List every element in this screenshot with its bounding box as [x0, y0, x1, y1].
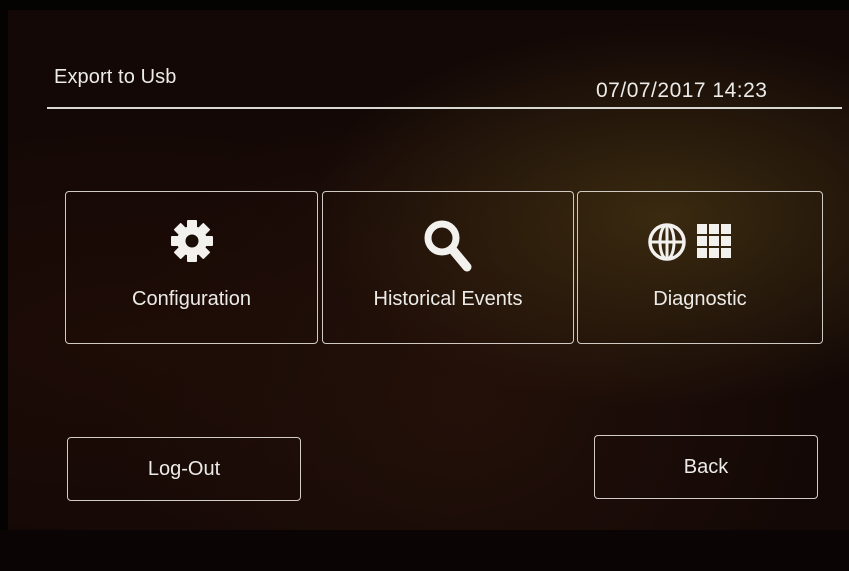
- configuration-tile-button[interactable]: Configuration: [65, 191, 318, 344]
- datetime-display: 07/07/2017 14:23: [596, 79, 768, 102]
- globe-grid-icon: [648, 223, 731, 261]
- magnifier-icon: [323, 218, 573, 274]
- bezel-top: [0, 0, 849, 10]
- bezel-bottom: [0, 530, 849, 571]
- historical-events-tile-button[interactable]: Historical Events: [322, 191, 574, 344]
- tile-label-configuration: Configuration: [132, 288, 251, 310]
- device-screen-frame: Export to Usb 07/07/2017 14:23 Configura…: [0, 0, 849, 571]
- diagnostic-icon-group: [578, 218, 822, 266]
- back-button[interactable]: Back: [594, 435, 818, 499]
- tile-label-historical-events: Historical Events: [373, 288, 523, 310]
- gear-icon: [66, 218, 317, 264]
- page-title: Export to Usb: [54, 66, 177, 88]
- bezel-left: [0, 0, 8, 571]
- logout-button[interactable]: Log-Out: [67, 437, 301, 501]
- diagnostic-tile-button[interactable]: Diagnostic: [577, 191, 823, 344]
- header-divider: [47, 107, 842, 109]
- tile-label-diagnostic: Diagnostic: [653, 288, 747, 310]
